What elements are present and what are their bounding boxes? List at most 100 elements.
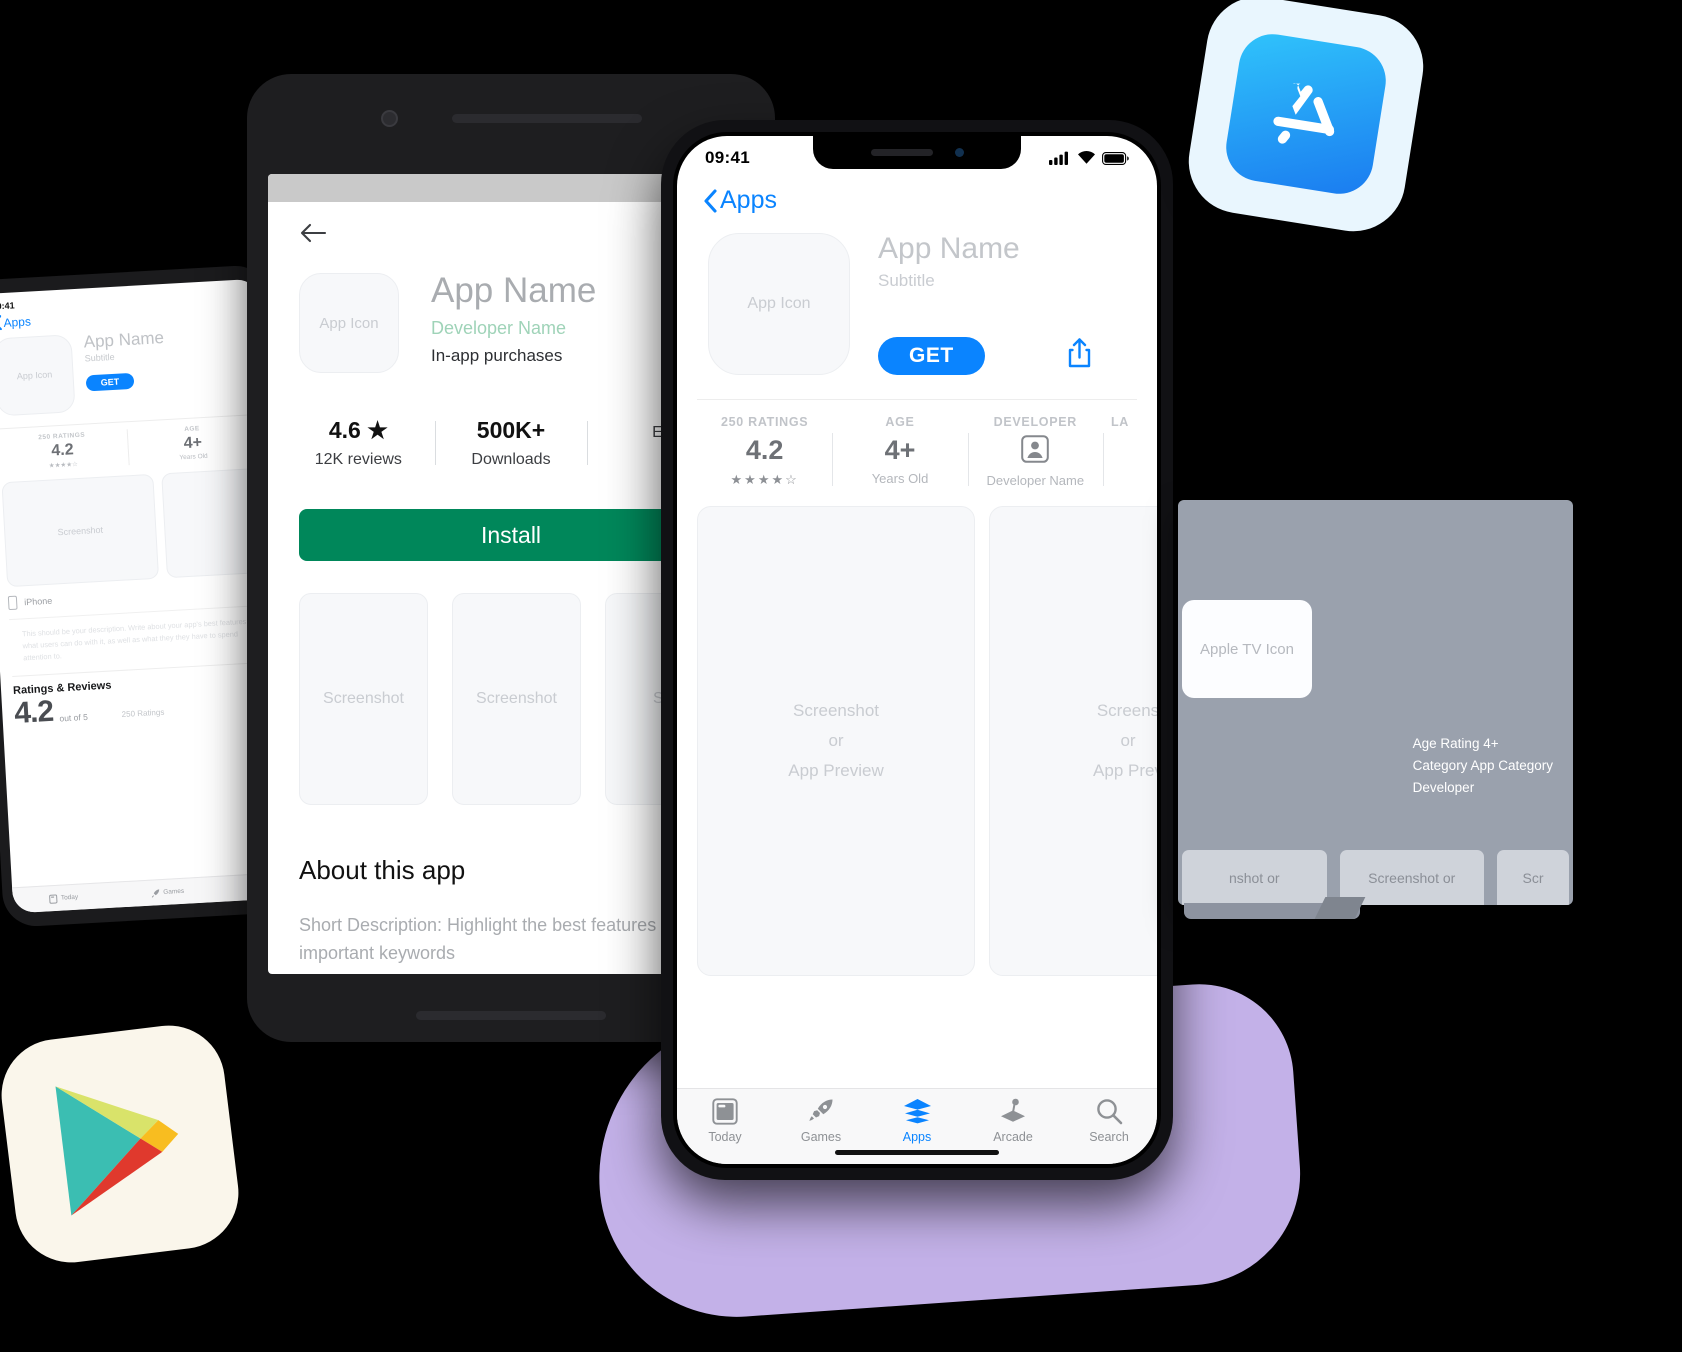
apple-tv-screenshot[interactable]: nshot or (1182, 850, 1327, 905)
iphone-screenshot-line: App Prev (1093, 760, 1157, 780)
iphone-screenshot-line: App Preview (788, 760, 884, 780)
mockup-scene: 09:41 Apps App Icon App Name Subtitle GE… (0, 0, 1682, 1352)
tab-apps[interactable]: Apps (869, 1098, 965, 1144)
iphone-screenshot-line: Screens (1096, 701, 1157, 721)
tablet-app-subtitle: Subtitle (84, 351, 115, 364)
iphone-status-time: 09:41 (705, 148, 750, 167)
tablet-tab-label: Today (60, 893, 79, 902)
iphone-inner-bezel: 09:41 Apps App Icon App Name Subtitle GE… (673, 132, 1161, 1168)
tab-arcade[interactable]: Arcade (965, 1098, 1061, 1144)
iphone-stat-stars: ★★★★☆ (730, 472, 799, 487)
android-stat-rating: 4.6 ★ 12K reviews (282, 417, 435, 469)
iphone-screenshot-gallery[interactable]: Screenshot or App Preview Screens or App… (677, 488, 1157, 976)
today-icon (712, 1098, 738, 1125)
android-developer-name[interactable]: Developer Name (431, 318, 596, 339)
android-stat-sub: 12K reviews (314, 451, 402, 468)
android-app-icon-placeholder: App Icon (299, 273, 399, 373)
android-stat-sub: Downloads (471, 451, 551, 468)
tablet-tab-games[interactable]: Games (150, 886, 184, 898)
tab-label: Search (1089, 1130, 1129, 1144)
android-install-button[interactable]: Install (299, 509, 723, 561)
iphone-app-name: App Name (878, 232, 1020, 265)
rocket-icon (809, 1099, 833, 1121)
iphone-screenshot-line: or (1120, 731, 1136, 751)
apple-tv-icon-placeholder: Apple TV Icon (1182, 600, 1312, 698)
tablet-stat-ratings: 250 RATINGS 4.2 ★★★★☆ (0, 429, 130, 473)
google-play-icon (55, 1086, 179, 1216)
tab-today[interactable]: Today (677, 1098, 773, 1144)
tab-games[interactable]: Games (773, 1098, 869, 1144)
iphone-stat-value: 4.2 (745, 435, 784, 465)
tablet-ratings-value: 4.2 (13, 694, 54, 730)
iphone-stat-age: AGE 4+ Years Old (832, 415, 967, 488)
iphone-device-icon (7, 595, 18, 611)
arcade-icon (1001, 1098, 1025, 1122)
iphone-stat-language: LA (1102, 415, 1137, 488)
earpiece-speaker (870, 149, 933, 156)
tablet-status-time: 09:41 (0, 300, 15, 312)
today-icon (49, 893, 58, 904)
tablet-stat-age: AGE 4+ Years Old (127, 422, 258, 465)
android-screenshot[interactable]: Screenshot (299, 593, 428, 805)
wifi-icon (1078, 151, 1095, 164)
front-camera-icon (380, 109, 398, 127)
home-indicator[interactable] (835, 1150, 999, 1155)
iphone-back-button[interactable]: Apps (677, 180, 1157, 215)
tablet-device-label: iPhone (23, 595, 53, 608)
app-store-icon (1221, 29, 1391, 199)
share-icon[interactable] (1067, 338, 1092, 373)
google-play-badge[interactable] (0, 1019, 245, 1269)
tablet-app-header: App Icon App Name Subtitle GET (0, 318, 265, 417)
iphone-status-indicators (1049, 151, 1129, 165)
iphone-screenshot-line: Screenshot (793, 701, 879, 721)
iphone-stat-ratings: 250 RATINGS 4.2 ★★★★☆ (697, 415, 832, 488)
tablet-tab-today[interactable]: Today (49, 892, 79, 904)
tablet-app-name: App Name (83, 328, 165, 352)
iphone-stat-sub: Developer Name (986, 473, 1085, 488)
iphone-stat-label: LA (1110, 415, 1130, 429)
iphone-app-header: App Icon App Name Subtitle GET (677, 215, 1157, 375)
layers-icon (903, 1099, 931, 1124)
iphone-stat-label: DEVELOPER (993, 415, 1078, 429)
rocket-icon (151, 888, 159, 898)
android-screenshot[interactable]: Screenshot (452, 593, 581, 805)
bottom-speaker (416, 1011, 606, 1020)
tab-search[interactable]: Search (1061, 1098, 1157, 1144)
search-icon (1096, 1099, 1122, 1125)
tablet-screenshot-gallery[interactable]: Screenshot (0, 457, 294, 588)
tablet-app-icon-placeholder: App Icon (0, 334, 76, 417)
iphone-stat-label: AGE (885, 415, 915, 429)
tablet-get-button[interactable]: GET (85, 372, 135, 392)
android-stat-value: 500K+ (476, 417, 546, 443)
tablet-ratings-outof: out of 5 (59, 711, 89, 724)
tablet-screenshot[interactable]: Screenshot (1, 473, 160, 588)
apple-tv-metadata: Age Rating 4+ Category App Category Deve… (1413, 733, 1553, 799)
android-stat-downloads: 500K+ Downloads (434, 417, 588, 469)
tablet-back-label: Apps (3, 313, 32, 330)
iphone-stat-developer: DEVELOPER Developer Name (967, 415, 1103, 488)
android-app-name: App Name (431, 271, 597, 310)
tablet-ratings-count: 250 Ratings (121, 707, 165, 719)
tab-label: Today (708, 1130, 742, 1144)
apple-tv-screenshot-row[interactable]: nshot or Screenshot or Scr (1178, 850, 1573, 905)
iphone-screenshot[interactable]: Screens or App Prev (989, 506, 1157, 976)
iphone-screenshot[interactable]: Screenshot or App Preview (697, 506, 975, 976)
iphone-stats-row: 250 RATINGS 4.2 ★★★★☆ AGE 4+ Years Old D… (697, 399, 1137, 488)
apple-tv-screenshot[interactable]: Scr (1497, 850, 1569, 905)
apple-tv-age-rating: Age Rating 4+ (1412, 736, 1499, 751)
person-icon (972, 435, 1099, 468)
cellular-signal-icon (1049, 151, 1068, 165)
battery-icon (1102, 151, 1129, 165)
iphone-get-button[interactable]: GET (878, 336, 985, 375)
tablet-tab-label: Games (163, 887, 185, 896)
iphone-action-row: GET (878, 336, 1131, 375)
tab-label: Arcade (993, 1130, 1033, 1144)
chevron-left-icon (0, 315, 2, 331)
apple-tv-device-mockup: Apple TV Icon Age Rating 4+ Category App… (1178, 500, 1573, 905)
android-in-app-purchases: In-app purchases (431, 346, 563, 365)
iphone-stat-label: 250 RATINGS (720, 415, 809, 429)
app-store-badge[interactable] (1181, 0, 1431, 239)
chevron-left-icon (704, 188, 717, 213)
tablet-description: This should be your description. Write a… (9, 604, 268, 666)
iphone-app-icon-placeholder: App Icon (708, 233, 850, 375)
